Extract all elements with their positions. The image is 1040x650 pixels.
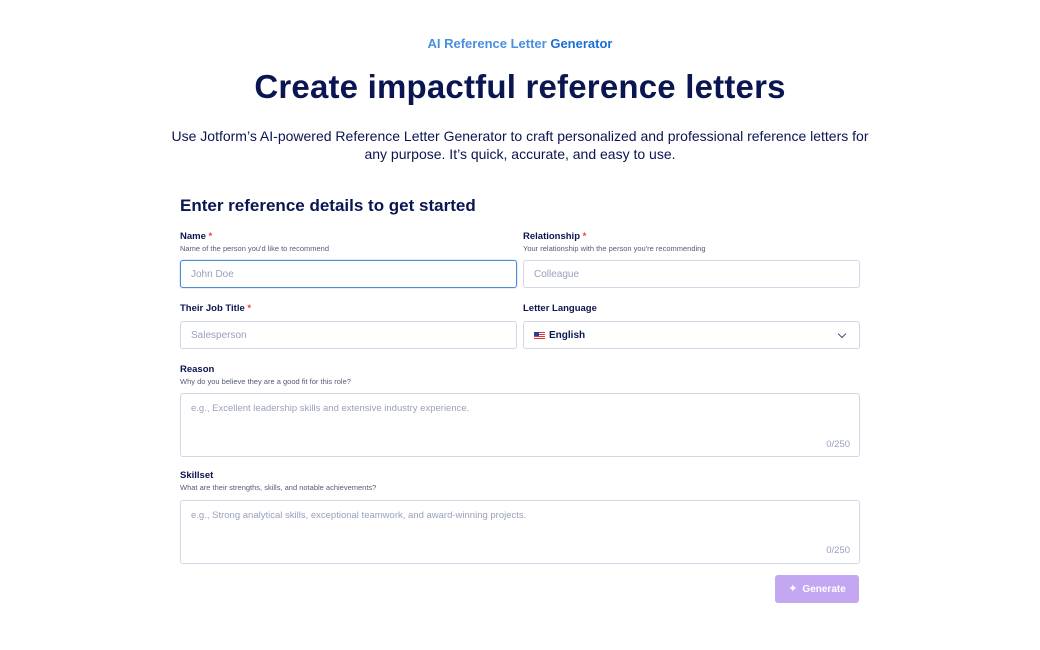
generate-button[interactable]: ✦ Generate: [775, 575, 859, 603]
skillset-label: Skillset: [180, 470, 214, 481]
reason-hint: Why do you believe they are a good fit f…: [180, 377, 351, 386]
relationship-input[interactable]: [523, 260, 860, 288]
sparkle-icon: ✦: [788, 582, 798, 595]
reason-char-counter: 0/250: [826, 439, 850, 450]
skillset-textarea[interactable]: [180, 500, 860, 564]
required-mark: *: [247, 303, 252, 314]
job-title-label: Their Job Title *: [180, 303, 252, 314]
job-title-input[interactable]: [180, 321, 517, 349]
required-mark: *: [208, 231, 213, 242]
skillset-hint: What are their strengths, skills, and no…: [180, 483, 377, 492]
description-line-2: any purpose. It’s quick, accurate, and e…: [364, 146, 676, 162]
relationship-hint: Your relationship with the person you're…: [523, 244, 706, 253]
us-flag-icon: [534, 331, 545, 339]
eyebrow-prefix: AI Reference Letter: [427, 36, 547, 51]
job-title-field-group: Their Job Title *: [180, 303, 517, 315]
relationship-label: Relationship *: [523, 231, 587, 242]
name-field-group: Name * Name of the person you'd like to …: [180, 231, 517, 254]
language-label: Letter Language: [523, 303, 597, 314]
reference-form: Enter reference details to get started N…: [180, 196, 860, 616]
name-label: Name *: [180, 231, 213, 242]
eyebrow: AI Reference Letter Generator: [0, 36, 1040, 51]
language-select[interactable]: English: [523, 321, 860, 349]
relationship-field-group: Relationship * Your relationship with th…: [523, 231, 860, 254]
page-title: Create impactful reference letters: [254, 68, 786, 105]
eyebrow-strong: Generator: [550, 36, 613, 51]
name-input[interactable]: [180, 260, 517, 288]
generate-label: Generate: [802, 583, 846, 595]
page-description: Use Jotform’s AI-powered Reference Lette…: [140, 127, 900, 163]
skillset-field-group: Skillset What are their strengths, skill…: [180, 470, 860, 493]
language-field-group: Letter Language: [523, 303, 860, 315]
name-hint: Name of the person you'd like to recomme…: [180, 244, 330, 253]
reason-label: Reason: [180, 364, 215, 375]
language-selected-value: English: [549, 329, 586, 341]
chevron-down-icon: [837, 329, 847, 339]
required-mark: *: [582, 231, 587, 242]
description-line-1: Use Jotform’s AI-powered Reference Lette…: [171, 128, 869, 144]
reason-textarea[interactable]: [180, 393, 860, 457]
form-title: Enter reference details to get started: [180, 196, 476, 215]
reason-field-group: Reason Why do you believe they are a goo…: [180, 364, 860, 387]
skillset-char-counter: 0/250: [826, 545, 850, 556]
